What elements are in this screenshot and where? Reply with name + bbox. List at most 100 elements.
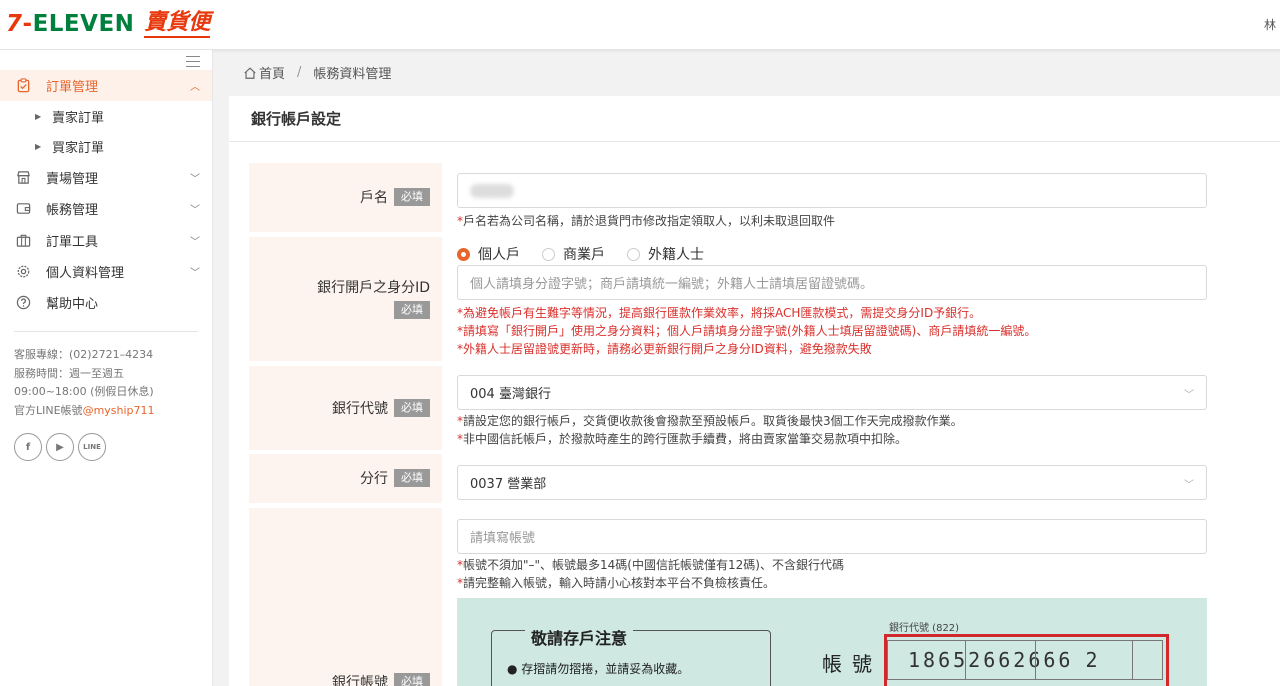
- passbook-highlight-box: [884, 634, 1169, 686]
- youtube-icon[interactable]: ▶: [46, 433, 74, 461]
- passbook-notice-line: ● 存摺請勿摺捲，並請妥為收藏。: [507, 662, 690, 676]
- id-input[interactable]: 個人請填身分證字號；商戶請填統一編號；外籍人士請填居留證號碼。: [457, 265, 1207, 300]
- required-badge: 必填: [394, 188, 430, 206]
- hamburger-icon[interactable]: [186, 56, 200, 67]
- required-badge: 必填: [394, 301, 430, 319]
- branch-select[interactable]: 0037 營業部 ﹀: [457, 465, 1207, 500]
- branch-value: 0037 營業部: [470, 477, 547, 492]
- redacted-name: [470, 183, 514, 198]
- sidebar-item-store[interactable]: 賣場管理 ﹀: [0, 162, 212, 193]
- breadcrumb-home[interactable]: 首頁: [259, 63, 285, 82]
- social-links: f ▶ LINE: [14, 433, 106, 461]
- card-divider: [229, 141, 1280, 142]
- bank-code-notes: *請設定您的銀行帳戶，交貨便收款後會撥款至預設帳戶。取貨後最快3個工作天完成撥款…: [457, 414, 963, 446]
- logo-brand-name: 賣貨便: [144, 10, 211, 38]
- sidebar-item-label: 個人資料管理: [46, 266, 125, 281]
- account-number-notes: *帳號不須加"–"、帳號最多14碼(中國信託帳號僅有12碼)、不含銀行代碼 *請…: [457, 558, 844, 590]
- line-icon[interactable]: LINE: [78, 433, 106, 461]
- bank-code-value: 004 臺灣銀行: [470, 387, 551, 402]
- account-type-radio-group: 個人戶 商業戶 外籍人士: [457, 244, 726, 264]
- home-icon[interactable]: [243, 66, 257, 80]
- briefcase-icon: [15, 233, 31, 249]
- bank-code-label: 銀行代號: [332, 401, 388, 417]
- breadcrumb-current: 帳務資料管理: [313, 67, 392, 82]
- chevron-down-icon: ﹀: [190, 174, 200, 185]
- sidebar-item-label: 帳務管理: [46, 203, 99, 218]
- sidebar-item-accounting[interactable]: 帳務管理 ﹀: [0, 193, 212, 224]
- logo-seven: 7: [6, 11, 23, 37]
- sidebar-item-help[interactable]: 幫助中心: [0, 287, 212, 318]
- sidebar-subitem-buyer-orders[interactable]: ▶ 買家訂單: [0, 131, 212, 161]
- line-account-label: 官方LINE帳號: [14, 403, 83, 417]
- radio-unchecked-icon: [542, 247, 555, 261]
- bank-code-label-cell: 銀行代號 必填: [249, 366, 442, 450]
- account-number-label: 銀行帳號: [332, 675, 388, 686]
- sidebar-item-label: 賣場管理: [46, 172, 99, 187]
- radio-business[interactable]: 商業戶: [542, 244, 605, 264]
- chevron-down-icon: ﹀: [190, 237, 200, 248]
- radio-individual[interactable]: 個人戶: [457, 244, 520, 264]
- sidebar-subitem-seller-orders[interactable]: ▶ 賣家訂單: [0, 101, 212, 131]
- sidebar-item-label: 訂單工具: [46, 235, 99, 250]
- store-icon: [15, 170, 31, 186]
- required-badge: 必填: [394, 399, 430, 417]
- sidebar-subitem-label: 賣家訂單: [52, 110, 105, 126]
- id-label: 銀行開戶之身分ID: [317, 280, 430, 296]
- branch-label: 分行: [360, 471, 388, 487]
- account-name-label-cell: 戶名 必填: [249, 163, 442, 232]
- radio-foreigner[interactable]: 外籍人士: [627, 244, 704, 264]
- sidebar-item-order-tools[interactable]: 訂單工具 ﹀: [0, 225, 212, 256]
- sidebar-item-label: 訂單管理: [46, 80, 99, 95]
- service-hours: 服務時間：週一至週五: [14, 366, 124, 380]
- service-time: 09:00~18:00 (例假日休息): [14, 385, 154, 398]
- chevron-up-icon: ︿: [190, 82, 200, 93]
- chevron-down-icon: ﹀: [190, 205, 200, 216]
- required-badge: 必填: [394, 673, 430, 686]
- brand-logo[interactable]: 7-ELEVEN 賣貨便: [6, 8, 211, 40]
- passbook-account-label: 帳號: [822, 652, 882, 676]
- sidebar: 訂單管理 ︿ ▶ 賣家訂單 ▶ 買家訂單 賣場管理 ﹀ 帳務管理 ﹀ 訂單工具 …: [0, 50, 213, 686]
- account-number-label-cell: 銀行帳號 必填: [249, 508, 442, 686]
- required-badge: 必填: [394, 469, 430, 487]
- branch-label-cell: 分行 必填: [249, 454, 442, 503]
- passbook-example-image: 敬請存戶注意 ● 存摺請勿摺捲，並請妥為收藏。 帳號 銀行代號 (822) 18…: [457, 598, 1207, 686]
- radio-checked-icon: [457, 247, 470, 261]
- top-bar: 7-ELEVEN 賣貨便 林: [0, 0, 1280, 50]
- line-account: 官方LINE帳號@myship711: [14, 402, 155, 421]
- account-name-note: *戶名若為公司名稱，請於退貨門市修改指定領取人，以利未取退回取件: [457, 214, 836, 228]
- bank-account-card: 銀行帳戶設定 戶名 必填 *戶名若為公司名稱，請於退貨門市修改指定領取人，以利未…: [229, 96, 1280, 686]
- sidebar-item-label: 幫助中心: [46, 297, 99, 312]
- sidebar-divider: [14, 331, 198, 332]
- radio-unchecked-icon: [627, 247, 640, 261]
- passbook-notice-heading: 敬請存戶注意: [525, 625, 634, 649]
- chevron-down-icon: ﹀: [1184, 480, 1194, 491]
- clipboard-icon: [15, 78, 31, 94]
- passbook-bank-code-label: 銀行代號 (822): [889, 623, 960, 634]
- sidebar-subitem-label: 買家訂單: [52, 140, 105, 156]
- sidebar-item-orders[interactable]: 訂單管理 ︿: [0, 70, 212, 101]
- id-notes: *為避免帳戶有生難字等情況，提高銀行匯款作業效率，將採ACH匯款模式，需提交身分…: [457, 306, 1037, 356]
- help-icon: [15, 295, 31, 311]
- user-menu[interactable]: 林: [1264, 16, 1276, 33]
- caret-right-icon: ▶: [35, 111, 42, 121]
- chevron-down-icon: ﹀: [1184, 390, 1194, 401]
- account-name-label: 戶名: [360, 190, 388, 206]
- account-name-input[interactable]: [457, 173, 1207, 208]
- logo-dash: -: [22, 11, 33, 37]
- line-account-id[interactable]: @myship711: [83, 404, 155, 417]
- facebook-icon[interactable]: f: [14, 433, 42, 461]
- id-label-cell: 銀行開戶之身分ID 必填: [249, 237, 442, 361]
- breadcrumb: 首頁 / 帳務資料管理: [243, 63, 391, 82]
- caret-right-icon: ▶: [35, 141, 42, 151]
- account-number-input[interactable]: 請填寫帳號: [457, 519, 1207, 554]
- wallet-icon: [15, 201, 31, 217]
- chevron-down-icon: ﹀: [190, 268, 200, 279]
- sidebar-item-profile[interactable]: 個人資料管理 ﹀: [0, 256, 212, 287]
- breadcrumb-separator: /: [297, 65, 302, 80]
- page-title: 銀行帳戶設定: [251, 110, 342, 128]
- service-info: 客服專線：(02)2721–4234 服務時間：週一至週五 09:00~18:0…: [14, 346, 155, 420]
- service-hotline: 客服專線：(02)2721–4234: [14, 348, 154, 361]
- bank-code-select[interactable]: 004 臺灣銀行 ﹀: [457, 375, 1207, 410]
- gear-icon: [15, 264, 31, 280]
- logo-eleven: ELEVEN: [32, 11, 135, 37]
